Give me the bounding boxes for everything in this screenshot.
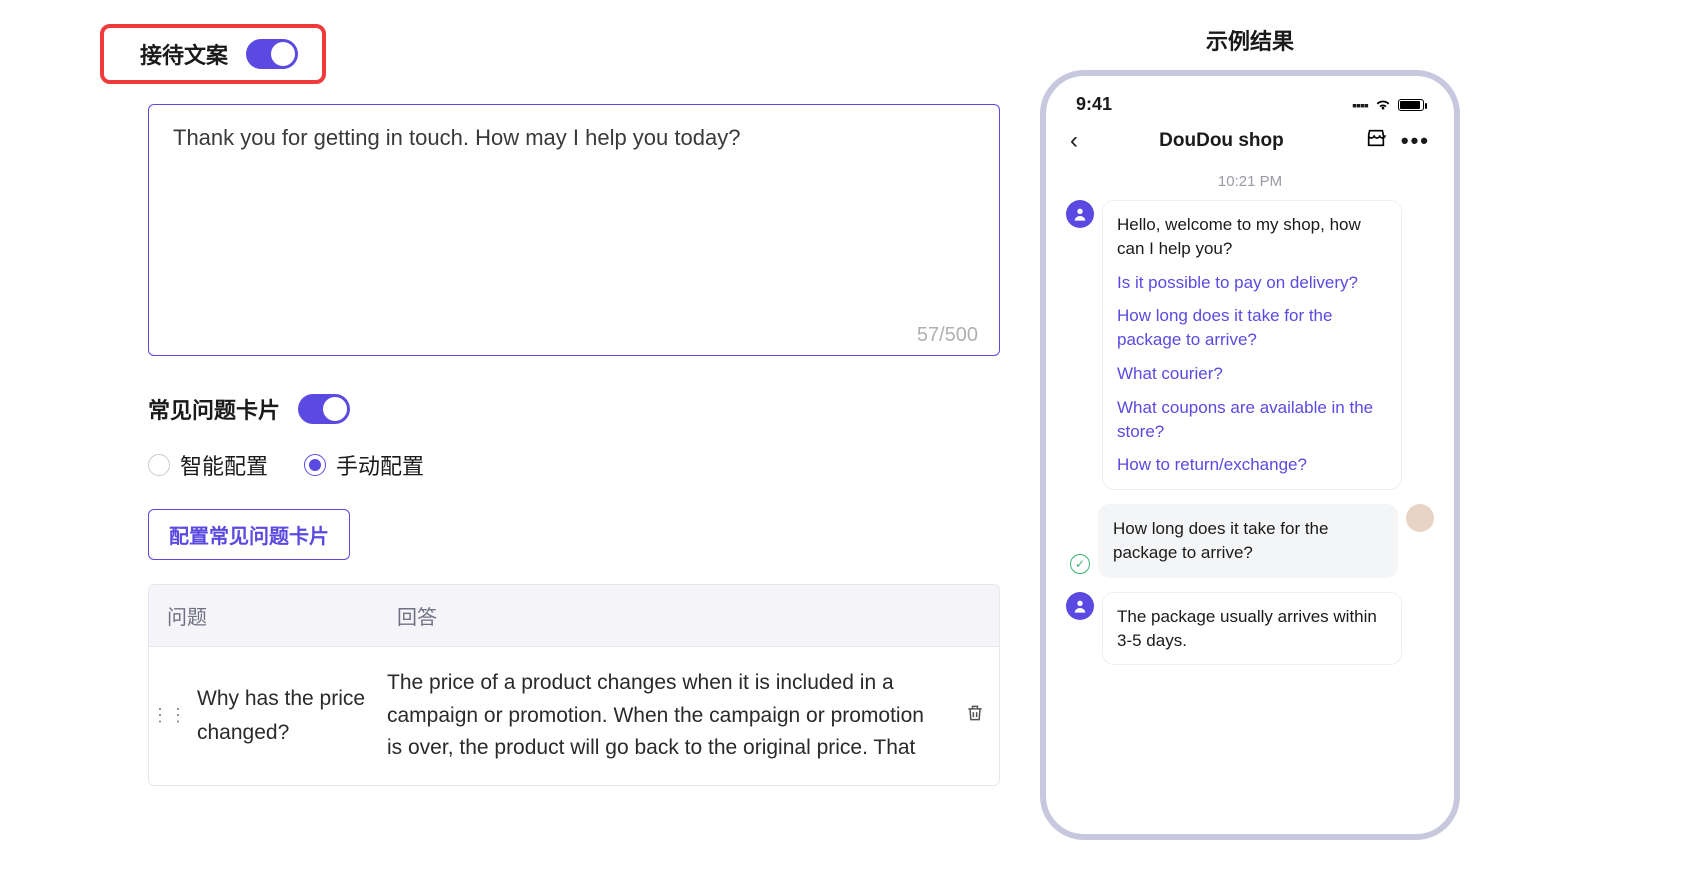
question-cell: Why has the price changed? <box>189 662 379 769</box>
phone-preview: 9:41 ▪▪▪▪ ‹ DouDou shop ••• 10:21 <box>1040 70 1460 840</box>
radio-smart-config[interactable]: 智能配置 <box>148 449 268 481</box>
table-row: ⋮⋮ Why has the price changed? The price … <box>149 646 999 785</box>
more-icon[interactable]: ••• <box>1401 128 1430 154</box>
preview-title: 示例结果 <box>1040 24 1460 56</box>
faq-card-label: 常见问题卡片 <box>148 393 280 425</box>
faq-link[interactable]: How long does it take for the package to… <box>1117 304 1387 352</box>
welcome-text: Hello, welcome to my shop, how can I hel… <box>1117 213 1387 261</box>
bot-welcome-bubble: Hello, welcome to my shop, how can I hel… <box>1102 200 1402 490</box>
radio-smart-label: 智能配置 <box>180 449 268 481</box>
col-answer-header: 回答 <box>379 585 999 646</box>
bot-avatar-icon <box>1066 200 1094 228</box>
faq-link[interactable]: What coupons are available in the store? <box>1117 396 1387 444</box>
check-icon: ✓ <box>1070 554 1090 574</box>
status-icons: ▪▪▪▪ <box>1352 97 1424 113</box>
radio-manual-config[interactable]: 手动配置 <box>304 449 424 481</box>
answer-cell: The price of a product changes when it i… <box>379 647 951 785</box>
greeting-label: 接待文案 <box>140 38 228 70</box>
delete-row-button[interactable] <box>951 703 999 729</box>
char-count: 57/500 <box>917 324 978 347</box>
battery-icon <box>1398 99 1424 111</box>
greeting-toggle[interactable] <box>246 39 298 69</box>
col-question-header: 问题 <box>149 585 379 646</box>
trash-icon <box>965 703 985 723</box>
chat-timestamp: 10:21 PM <box>1066 173 1434 190</box>
status-time: 9:41 <box>1076 94 1112 115</box>
drag-handle-icon[interactable]: ⋮⋮ <box>149 705 189 726</box>
store-icon[interactable] <box>1365 127 1387 155</box>
back-icon[interactable]: ‹ <box>1070 127 1078 155</box>
faq-link[interactable]: Is it possible to pay on delivery? <box>1117 271 1387 295</box>
shop-name: DouDou shop <box>1159 130 1284 152</box>
greeting-section-header: 接待文案 <box>100 24 326 84</box>
user-message-bubble: How long does it take for the package to… <box>1098 504 1398 578</box>
bot-reply-bubble: The package usually arrives within 3-5 d… <box>1102 592 1402 666</box>
user-avatar-icon <box>1406 504 1434 532</box>
bot-avatar-icon <box>1066 592 1094 620</box>
faq-link[interactable]: What courier? <box>1117 362 1387 386</box>
faq-link[interactable]: How to return/exchange? <box>1117 453 1387 477</box>
faq-table: 问题 回答 ⋮⋮ Why has the price changed? The … <box>148 584 1000 786</box>
signal-icon: ▪▪▪▪ <box>1352 97 1368 113</box>
config-faq-card-button[interactable]: 配置常见问题卡片 <box>148 509 350 560</box>
radio-manual-label: 手动配置 <box>336 449 424 481</box>
faq-card-toggle[interactable] <box>298 394 350 424</box>
wifi-icon <box>1374 98 1392 112</box>
greeting-textarea[interactable] <box>148 104 1000 356</box>
